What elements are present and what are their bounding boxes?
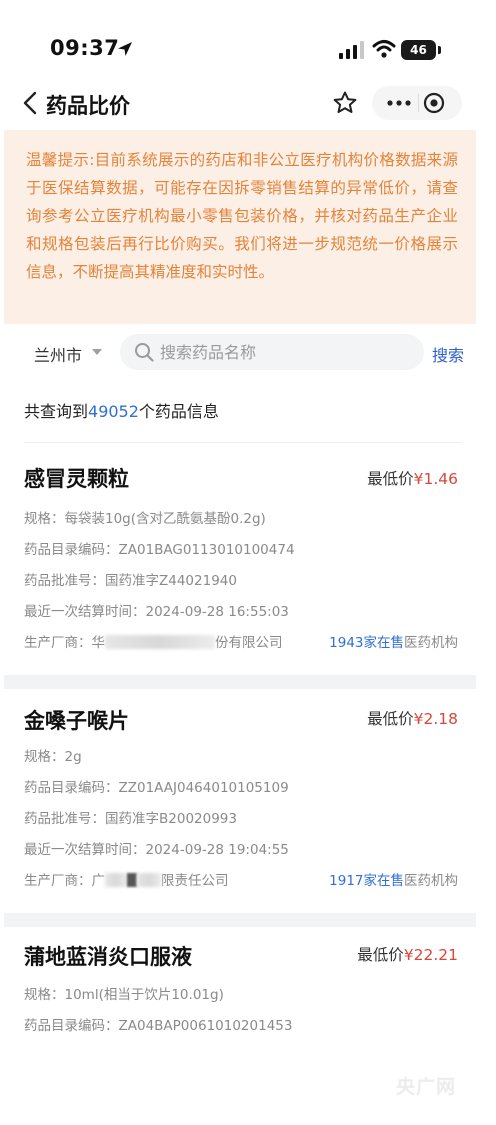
- code-value: ZA04BAP0061010201453: [118, 1018, 293, 1034]
- spec-label: 规格：: [24, 749, 65, 765]
- settle-value: 2024-09-28 16:55:03: [145, 604, 289, 620]
- spec-value: 10ml(相当于饮片10.01g): [64, 987, 224, 1003]
- status-bar: 09:37 46: [4, 0, 476, 80]
- star-icon[interactable]: [332, 90, 358, 116]
- redaction-blur: [105, 635, 215, 649]
- price-value: ¥22.21: [403, 946, 458, 964]
- result-prefix: 共查询到: [24, 402, 89, 421]
- drug-name: 金嗓子喉片: [24, 709, 129, 733]
- spec-label: 规格：: [24, 511, 65, 527]
- drug-card[interactable]: 金嗓子喉片 最低价¥2.18 规格：2g 药品目录编码：ZZ01AAJ04640…: [4, 689, 476, 913]
- screen: 09:37 46 药品比价 温馨提示:目前系统展示的药店和非公立医疗机构价格数据…: [0, 0, 496, 1125]
- spec-value: 每袋装10g(含对乙酰氨基酚0.2g): [64, 511, 266, 527]
- drug-card[interactable]: 感冒灵颗粒 最低价¥1.46 规格：每袋装10g(含对乙酰氨基酚0.2g) 药品…: [4, 443, 476, 675]
- price-label: 最低价: [367, 470, 414, 488]
- search-box[interactable]: [120, 334, 424, 370]
- redaction-blur: [127, 873, 137, 887]
- maker-start: 华: [91, 635, 106, 651]
- result-suffix: 个药品信息: [138, 402, 219, 421]
- approval-value: 国药准字Z44021940: [105, 573, 237, 589]
- phone-screen: 09:37 46 药品比价 温馨提示:目前系统展示的药店和非公立医疗机构价格数据…: [4, 0, 476, 1043]
- price-label: 最低价: [367, 710, 414, 728]
- stores-count-link[interactable]: 1917家在售: [329, 873, 404, 889]
- more-icon[interactable]: [385, 94, 413, 112]
- settle-line: 最近一次结算时间：2024-09-28 16:55:03: [24, 600, 289, 620]
- price-label: 最低价: [357, 946, 404, 964]
- settle-line: 最近一次结算时间：2024-09-28 19:04:55: [24, 838, 289, 858]
- lowest-price: 最低价¥1.46: [367, 467, 458, 489]
- code-value: ZZ01AAJ0464010105109: [118, 780, 289, 796]
- result-count: 共查询到49052个药品信息: [24, 398, 219, 422]
- capsule-divider: [418, 94, 419, 112]
- signal-icon: [339, 41, 364, 59]
- search-input[interactable]: [160, 338, 410, 366]
- notice-banner: 温馨提示:目前系统展示的药店和非公立医疗机构价格数据来源于医保结算数据，可能存在…: [4, 130, 476, 324]
- battery-icon: 46: [401, 40, 436, 60]
- spec-line: 规格：10ml(相当于饮片10.01g): [24, 983, 224, 1003]
- back-icon[interactable]: [20, 90, 42, 116]
- maker-line: 生产厂商：广 限责任公司: [24, 869, 229, 889]
- lowest-price: 最低价¥2.18: [367, 707, 458, 729]
- maker-line: 生产厂商：华 份有限公司: [24, 631, 283, 651]
- stores-count-link[interactable]: 1943家在售: [329, 635, 404, 651]
- redaction-blur: [105, 873, 127, 887]
- maker-label: 生产厂商：: [24, 873, 92, 889]
- maker-label: 生产厂商：: [24, 635, 92, 651]
- status-time: 09:37: [50, 36, 120, 60]
- settle-label: 最近一次结算时间：: [24, 604, 146, 620]
- code-line: 药品目录编码：ZA01BAG0113010100474: [24, 538, 295, 558]
- stores-suffix: 医药机构: [404, 635, 458, 651]
- spec-line: 规格：每袋装10g(含对乙酰氨基酚0.2g): [24, 507, 266, 527]
- settle-label: 最近一次结算时间：: [24, 842, 146, 858]
- page-title: 药品比价: [46, 94, 130, 118]
- card-separator: [4, 675, 476, 689]
- wifi-icon: [372, 40, 396, 58]
- target-icon[interactable]: [422, 91, 446, 115]
- battery-cap: [438, 46, 441, 54]
- maker-start: 广: [91, 873, 106, 889]
- maker-end: 限责任公司: [161, 873, 229, 889]
- approval-value: 国药准字B20020993: [105, 811, 237, 827]
- redaction-blur: [137, 873, 161, 887]
- maker-end: 份有限公司: [215, 635, 283, 651]
- spec-value: 2g: [64, 749, 82, 765]
- approval-label: 药品批准号：: [24, 811, 105, 827]
- spec-label: 规格：: [24, 987, 65, 1003]
- code-label: 药品目录编码：: [24, 780, 119, 796]
- card-separator: [4, 913, 476, 927]
- stores-suffix: 医药机构: [404, 873, 458, 889]
- code-label: 药品目录编码：: [24, 1018, 119, 1034]
- stores-info: 1943家在售医药机构: [329, 631, 458, 651]
- search-icon: [135, 343, 154, 362]
- price-value: ¥1.46: [413, 470, 458, 488]
- settle-value: 2024-09-28 19:04:55: [145, 842, 289, 858]
- drug-name: 蒲地蓝消炎口服液: [24, 945, 192, 969]
- price-value: ¥2.18: [413, 710, 458, 728]
- drug-name: 感冒灵颗粒: [24, 467, 129, 491]
- nav-bar: 药品比价: [4, 80, 476, 128]
- drug-card[interactable]: 蒲地蓝消炎口服液 最低价¥22.21 规格：10ml(相当于饮片10.01g) …: [4, 927, 476, 1043]
- stores-info: 1917家在售医药机构: [329, 869, 458, 889]
- notice-text: 温馨提示:目前系统展示的药店和非公立医疗机构价格数据来源于医保结算数据，可能存在…: [26, 151, 458, 281]
- code-value: ZA01BAG0113010100474: [118, 542, 295, 558]
- approval-line: 药品批准号：国药准字B20020993: [24, 807, 237, 827]
- approval-label: 药品批准号：: [24, 573, 105, 589]
- code-line: 药品目录编码：ZA04BAP0061010201453: [24, 1014, 292, 1034]
- result-number: 49052: [88, 402, 139, 421]
- approval-line: 药品批准号：国药准字Z44021940: [24, 569, 237, 589]
- code-line: 药品目录编码：ZZ01AAJ0464010105109: [24, 776, 289, 796]
- chevron-down-icon[interactable]: [92, 349, 102, 355]
- search-row: 兰州市 搜索: [4, 324, 476, 382]
- location-arrow-icon: [118, 42, 132, 56]
- lowest-price: 最低价¥22.21: [357, 943, 458, 965]
- spec-line: 规格：2g: [24, 745, 82, 765]
- watermark-logo: 央广网: [396, 1076, 457, 1098]
- search-button[interactable]: 搜索: [432, 342, 464, 366]
- city-select[interactable]: 兰州市: [34, 342, 82, 366]
- code-label: 药品目录编码：: [24, 542, 119, 558]
